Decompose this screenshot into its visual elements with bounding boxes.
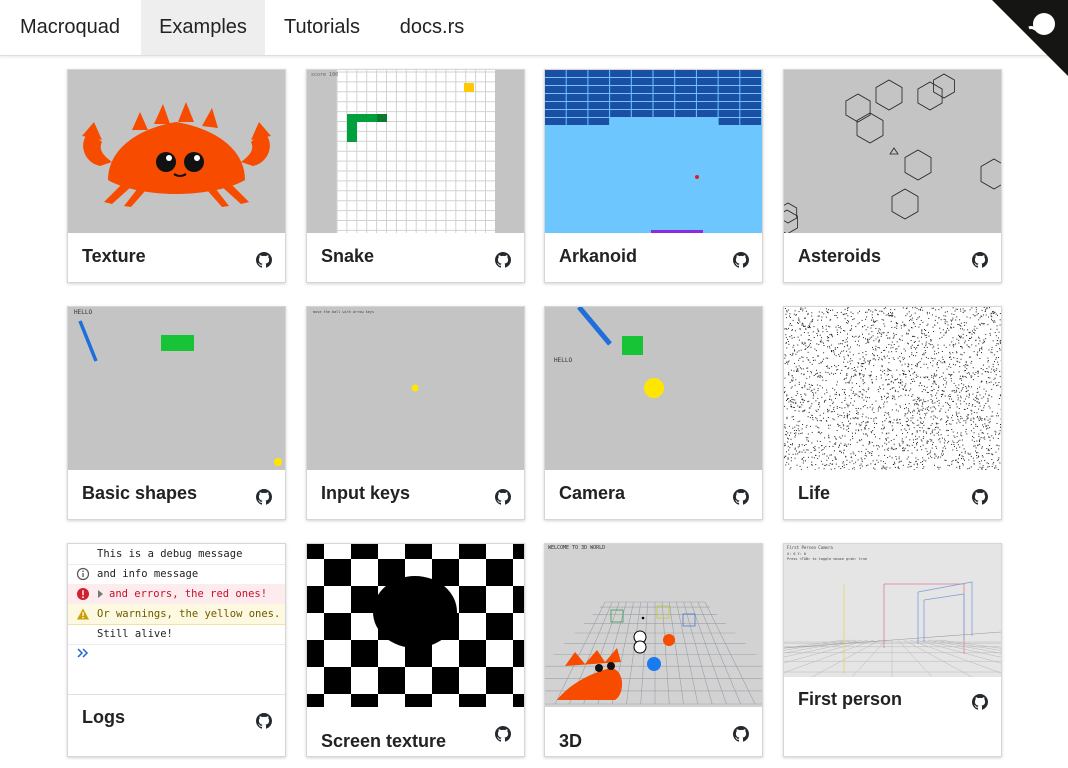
- github-icon[interactable]: [256, 489, 272, 505]
- github-corner-icon[interactable]: [992, 0, 1068, 76]
- github-icon[interactable]: [495, 726, 511, 742]
- example-title: Asteroids: [798, 246, 882, 266]
- svg-text:score 100: score 100: [311, 72, 338, 78]
- log-row-error[interactable]: and errors, the red ones!: [68, 584, 285, 605]
- example-title: First person: [798, 689, 903, 709]
- error-circle-icon: [76, 587, 90, 601]
- github-icon[interactable]: [972, 489, 988, 505]
- 3d-world-thumbnail: WELCOME TO 3D WORLD: [545, 544, 762, 707]
- log-text: This is a debug message: [97, 548, 243, 560]
- example-title: Screen texture: [321, 731, 447, 751]
- github-icon[interactable]: [256, 713, 272, 729]
- example-title: Basic shapes: [82, 483, 198, 503]
- nav-item-examples[interactable]: Examples: [141, 0, 265, 55]
- thumbnail-text: First Person Camera: [787, 545, 833, 550]
- log-text: and errors, the red ones!: [109, 588, 268, 600]
- divider: [68, 694, 285, 695]
- log-row-debug: This is a debug message: [68, 544, 285, 565]
- example-card-screen-texture[interactable]: Screen texture: [306, 543, 525, 757]
- asteroids-hexagons-thumbnail: [784, 70, 1001, 233]
- info-circle-icon: [76, 567, 90, 581]
- snake-grid-thumbnail: score 100: [307, 70, 524, 233]
- example-title: Snake: [321, 246, 375, 266]
- log-text: and info message: [97, 568, 199, 580]
- github-icon[interactable]: [733, 726, 749, 742]
- example-title: Life: [798, 483, 831, 503]
- example-title: Input keys: [321, 483, 411, 503]
- thumbnail-text: WELCOME TO 3D WORLD: [548, 545, 605, 551]
- example-title: Texture: [82, 246, 146, 266]
- example-title: 3D: [559, 731, 583, 751]
- warning-triangle-icon: [76, 607, 90, 621]
- log-row-debug: Still alive!: [68, 624, 285, 645]
- log-text: Or warnings, the yellow ones.: [97, 608, 281, 620]
- thumbnail-text: HELLO: [554, 357, 572, 364]
- example-card-life[interactable]: Life: [783, 306, 1002, 520]
- example-card-input-keys[interactable]: move the ball with arrow keys Input keys: [306, 306, 525, 520]
- example-card-3d[interactable]: WELCOME TO 3D WORLD 3D: [544, 543, 763, 757]
- ferris-crab-thumbnail: [68, 70, 285, 233]
- example-card-logs[interactable]: This is a debug message and info message…: [67, 543, 286, 757]
- example-card-texture[interactable]: Texture: [67, 69, 286, 283]
- example-title: Arkanoid: [559, 246, 638, 266]
- log-console-thumbnail: This is a debug message and info message…: [68, 544, 285, 694]
- warped-checkerboard-thumbnail: [307, 544, 524, 707]
- log-text: Still alive!: [97, 628, 173, 640]
- svg-text:X: 0 Y: 0: X: 0 Y: 0: [787, 552, 806, 556]
- github-icon[interactable]: [495, 489, 511, 505]
- arkanoid-bricks-thumbnail: [545, 70, 762, 233]
- example-card-first-person[interactable]: First Person Camera X: 0 Y: 0 Press <TAB…: [783, 543, 1002, 757]
- github-icon[interactable]: [733, 252, 749, 268]
- github-icon[interactable]: [256, 252, 272, 268]
- log-row-info: and info message: [68, 564, 285, 585]
- double-chevron-right-icon[interactable]: [76, 646, 90, 660]
- example-card-snake[interactable]: score 100 Snake: [306, 69, 525, 283]
- nav-item-docs-rs[interactable]: docs.rs: [379, 0, 485, 55]
- thumbnail-text: HELLO: [74, 309, 92, 316]
- example-title: Logs: [82, 707, 125, 727]
- thumbnail-text: move the ball with arrow keys: [313, 310, 374, 314]
- life-noise-thumbnail: [784, 307, 1001, 470]
- nav-item-macroquad[interactable]: Macroquad: [0, 0, 140, 55]
- example-card-camera[interactable]: HELLO Camera: [544, 306, 763, 520]
- camera-shapes-thumbnail: HELLO: [545, 307, 762, 470]
- example-card-asteroids[interactable]: Asteroids: [783, 69, 1002, 283]
- input-keys-thumbnail: move the ball with arrow keys: [307, 307, 524, 470]
- svg-text:Press <TAB> to toggle mouse gr: Press <TAB> to toggle mouse grab: true: [787, 557, 867, 561]
- github-icon[interactable]: [733, 489, 749, 505]
- example-card-basic-shapes[interactable]: HELLO Basic shapes: [67, 306, 286, 520]
- expand-caret-icon[interactable]: [98, 590, 103, 598]
- log-row-warn: Or warnings, the yellow ones.: [68, 604, 285, 625]
- example-title: Camera: [559, 483, 626, 503]
- first-person-room-thumbnail: First Person Camera X: 0 Y: 0 Press <TAB…: [784, 544, 1001, 677]
- example-card-arkanoid[interactable]: Arkanoid: [544, 69, 763, 283]
- basic-shapes-thumbnail: HELLO: [68, 307, 285, 470]
- github-icon[interactable]: [495, 252, 511, 268]
- github-icon[interactable]: [972, 694, 988, 710]
- github-icon[interactable]: [972, 252, 988, 268]
- top-nav: Macroquad Examples Tutorials docs.rs: [0, 0, 1068, 56]
- nav-item-tutorials[interactable]: Tutorials: [265, 0, 379, 55]
